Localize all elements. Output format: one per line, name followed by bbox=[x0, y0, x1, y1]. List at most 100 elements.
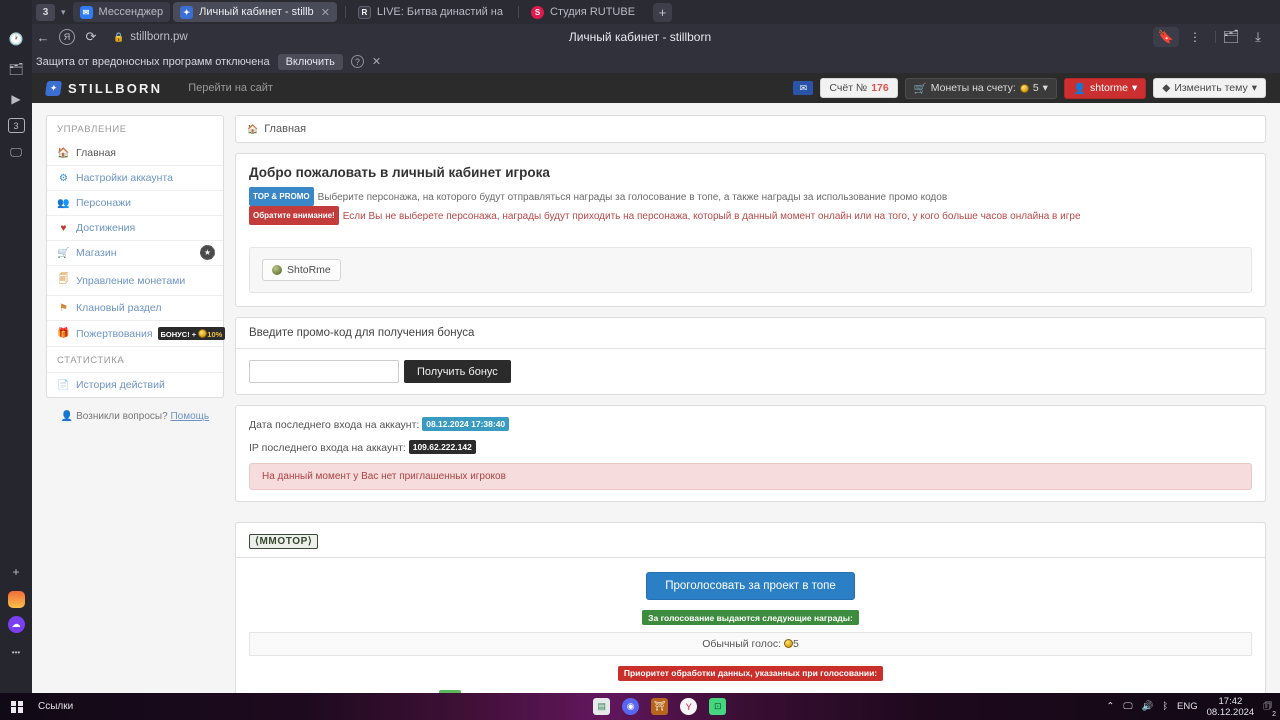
notepad-app[interactable]: ▤ bbox=[593, 698, 611, 715]
menu-icon[interactable]: ⋮ bbox=[1184, 26, 1206, 48]
attention-note-text: Если Вы не выберете персонажа, награды б… bbox=[342, 211, 1081, 222]
yandex-icon[interactable]: Я bbox=[59, 29, 75, 45]
sandbox-app[interactable]: ⊡ bbox=[709, 698, 727, 715]
network-icon[interactable]: 🖵 bbox=[1123, 701, 1132, 712]
show-hidden-icon[interactable]: ⌃ bbox=[1106, 701, 1114, 712]
tab-rutube-studio[interactable]: S Студия RUTUBE bbox=[524, 2, 642, 22]
sidebar-item-coins-management[interactable]: 🗐 Управление монетами bbox=[47, 265, 223, 295]
go-to-site-link[interactable]: Перейти на сайт bbox=[188, 82, 273, 94]
site-body: УПРАВЛЕНИЕ 🏠 Главная ⚙ Настройки аккаунт… bbox=[32, 103, 1280, 693]
help-link[interactable]: Помощь bbox=[170, 411, 209, 422]
breadcrumb-label[interactable]: Главная bbox=[264, 123, 306, 135]
login-info-card: Дата последнего входа на аккаунт: 08.12.… bbox=[235, 405, 1266, 502]
notes-icon[interactable]: 🗂 bbox=[5, 58, 27, 80]
video-icon[interactable]: ▶ bbox=[5, 88, 27, 110]
priority-ribbon: Приоритет обработки данных, указанных пр… bbox=[617, 665, 884, 681]
back-icon[interactable]: ← bbox=[32, 26, 54, 48]
windows-logo-icon bbox=[11, 700, 23, 713]
address-bar[interactable]: 🔒 stillborn.pw bbox=[113, 31, 188, 43]
top-promo-label: TOP & PROMO bbox=[249, 187, 314, 206]
discord-app[interactable]: ◉ bbox=[622, 698, 640, 715]
tab-stillborn[interactable]: ✦ Личный кабинет - stillb ✕ bbox=[173, 2, 337, 22]
change-theme-button[interactable]: ◆ Изменить тему ▾ bbox=[1153, 78, 1266, 98]
tab-count-badge[interactable]: 3 bbox=[7, 118, 25, 133]
sidebar-item-characters[interactable]: 👥 Персонажи bbox=[47, 190, 223, 215]
promo-note-text: Выберите персонажа, на которого будут от… bbox=[317, 192, 948, 203]
collections-icon[interactable]: 🗂 bbox=[1220, 26, 1242, 48]
mmotop-card: ⟨MMOTOP⟩ Проголосовать за проект в топе … bbox=[235, 522, 1266, 693]
tab-live-battle[interactable]: R LIVE: Битва династий на bbox=[351, 2, 510, 22]
sidebar-item-label: Управление монетами bbox=[76, 274, 186, 287]
cloud-icon[interactable]: ☁ bbox=[7, 616, 25, 633]
site-logo-text: STILLBORN bbox=[68, 80, 163, 96]
tab-label: LIVE: Битва династий на bbox=[376, 6, 503, 18]
yandex-browser-app[interactable]: Y bbox=[680, 698, 698, 715]
user-menu-button[interactable]: 👤 shtorme ▾ bbox=[1063, 77, 1147, 99]
sidebar-item-home[interactable]: 🏠 Главная bbox=[47, 141, 223, 165]
stillborn-logo-icon: ✦ bbox=[44, 80, 63, 96]
stillborn-icon: ✦ bbox=[180, 5, 194, 19]
character-name: ShtoRme bbox=[287, 264, 331, 276]
bookmark-icon[interactable]: 🔖 bbox=[1153, 27, 1179, 47]
start-button[interactable] bbox=[0, 700, 34, 713]
sidebar-item-label: Клановый раздел bbox=[76, 302, 162, 314]
sidebar-item-clan[interactable]: ⚑ Клановый раздел bbox=[47, 295, 223, 320]
sidebar-item-label: Магазин bbox=[76, 247, 117, 259]
sidebar-item-achievements[interactable]: ♥ Достижения bbox=[47, 215, 223, 240]
last-login-value: 08.12.2024 17:38:40 bbox=[422, 417, 510, 431]
sidebar-item-account-settings[interactable]: ⚙ Настройки аккаунта bbox=[47, 165, 223, 190]
enable-protection-button[interactable]: Включить bbox=[277, 53, 343, 70]
home-icon: 🏠 bbox=[57, 147, 70, 159]
tab-label: Студия RUTUBE bbox=[550, 6, 636, 18]
attention-label: Обратите внимание! bbox=[249, 206, 339, 225]
reload-icon[interactable]: ⟳ bbox=[80, 26, 102, 48]
game-app[interactable]: ⛩ bbox=[651, 698, 669, 715]
alice-icon[interactable] bbox=[7, 591, 25, 608]
more-icon[interactable]: ••• bbox=[5, 641, 27, 663]
get-bonus-button[interactable]: Получить бонус bbox=[404, 360, 511, 383]
home-icon: 🏠 bbox=[247, 123, 259, 134]
vote-button[interactable]: Проголосовать за проект в топе bbox=[646, 572, 855, 600]
add-icon[interactable]: + bbox=[5, 561, 27, 583]
taskbar-tray: ⌃ 🖵 🔊 ᛒ ENG 17:42 08.12.2024 🗊 2 bbox=[1106, 696, 1276, 718]
tab-count-button[interactable]: 3 bbox=[36, 3, 55, 21]
coin-icon bbox=[198, 328, 208, 338]
lock-icon: 🔒 bbox=[113, 31, 125, 42]
rail-bottom-group: + ☁ ••• bbox=[0, 561, 32, 671]
mail-icon[interactable]: ✉ bbox=[793, 81, 814, 95]
sidebar-item-label: Главная bbox=[76, 147, 116, 159]
tab-strip: 3 ▾ ✉ Мессенджер ✦ Личный кабинет - stil… bbox=[0, 0, 1280, 24]
sidebar-item-action-history[interactable]: 📄 История действий bbox=[47, 372, 223, 397]
rutube-icon: R bbox=[357, 5, 371, 19]
close-icon[interactable]: ✕ bbox=[321, 6, 330, 19]
sidebar-item-shop[interactable]: 🛒 Магазин ★ bbox=[47, 240, 223, 265]
language-indicator[interactable]: ENG bbox=[1177, 701, 1198, 712]
tab-messenger[interactable]: ✉ Мессенджер bbox=[72, 2, 171, 22]
taskbar-links-label[interactable]: Ссылки bbox=[38, 701, 73, 712]
download-icon[interactable]: ⤓ bbox=[1247, 26, 1269, 48]
volume-icon[interactable]: 🔊 bbox=[1142, 701, 1154, 712]
history-icon[interactable]: 🕐 bbox=[5, 28, 27, 50]
normal-vote-row: Обычный голос: 5 bbox=[249, 631, 1252, 656]
screenshot-icon[interactable]: 🖵 bbox=[5, 141, 27, 163]
sidebar-item-label: Настройки аккаунта bbox=[76, 172, 173, 184]
help-icon[interactable]: ? bbox=[350, 55, 364, 68]
vote-section: Проголосовать за проект в топе За голосо… bbox=[236, 558, 1265, 693]
normal-vote-label: Обычный голос: bbox=[702, 637, 782, 650]
character-button[interactable]: ShtoRme bbox=[262, 259, 341, 281]
coins-button[interactable]: 🛒 Монеты на счету: 5 ▾ bbox=[904, 77, 1057, 99]
clock[interactable]: 17:42 08.12.2024 bbox=[1207, 696, 1255, 718]
new-tab-button[interactable]: + bbox=[653, 2, 673, 22]
close-icon[interactable]: ✕ bbox=[372, 55, 381, 68]
account-number-button[interactable]: Счёт № 176 bbox=[820, 78, 898, 98]
rutube-studio-icon: S bbox=[531, 5, 544, 19]
last-login-line: Дата последнего входа на аккаунт: 08.12.… bbox=[249, 417, 1252, 431]
main-content: 🏠 Главная Добро пожаловать в личный каби… bbox=[235, 115, 1266, 693]
sidebar-item-donations[interactable]: 🎁 Пожертвования БОНУС! + 10% bbox=[47, 320, 226, 346]
promocode-input[interactable] bbox=[249, 360, 399, 383]
tab-list-chevron-icon[interactable]: ▾ bbox=[61, 7, 66, 18]
chevron-down-icon: ▾ bbox=[1042, 82, 1048, 94]
notifications-icon[interactable]: 🗊 2 bbox=[1263, 699, 1276, 718]
bluetooth-icon[interactable]: ᛒ bbox=[1162, 701, 1168, 712]
messenger-icon: ✉ bbox=[79, 5, 93, 19]
